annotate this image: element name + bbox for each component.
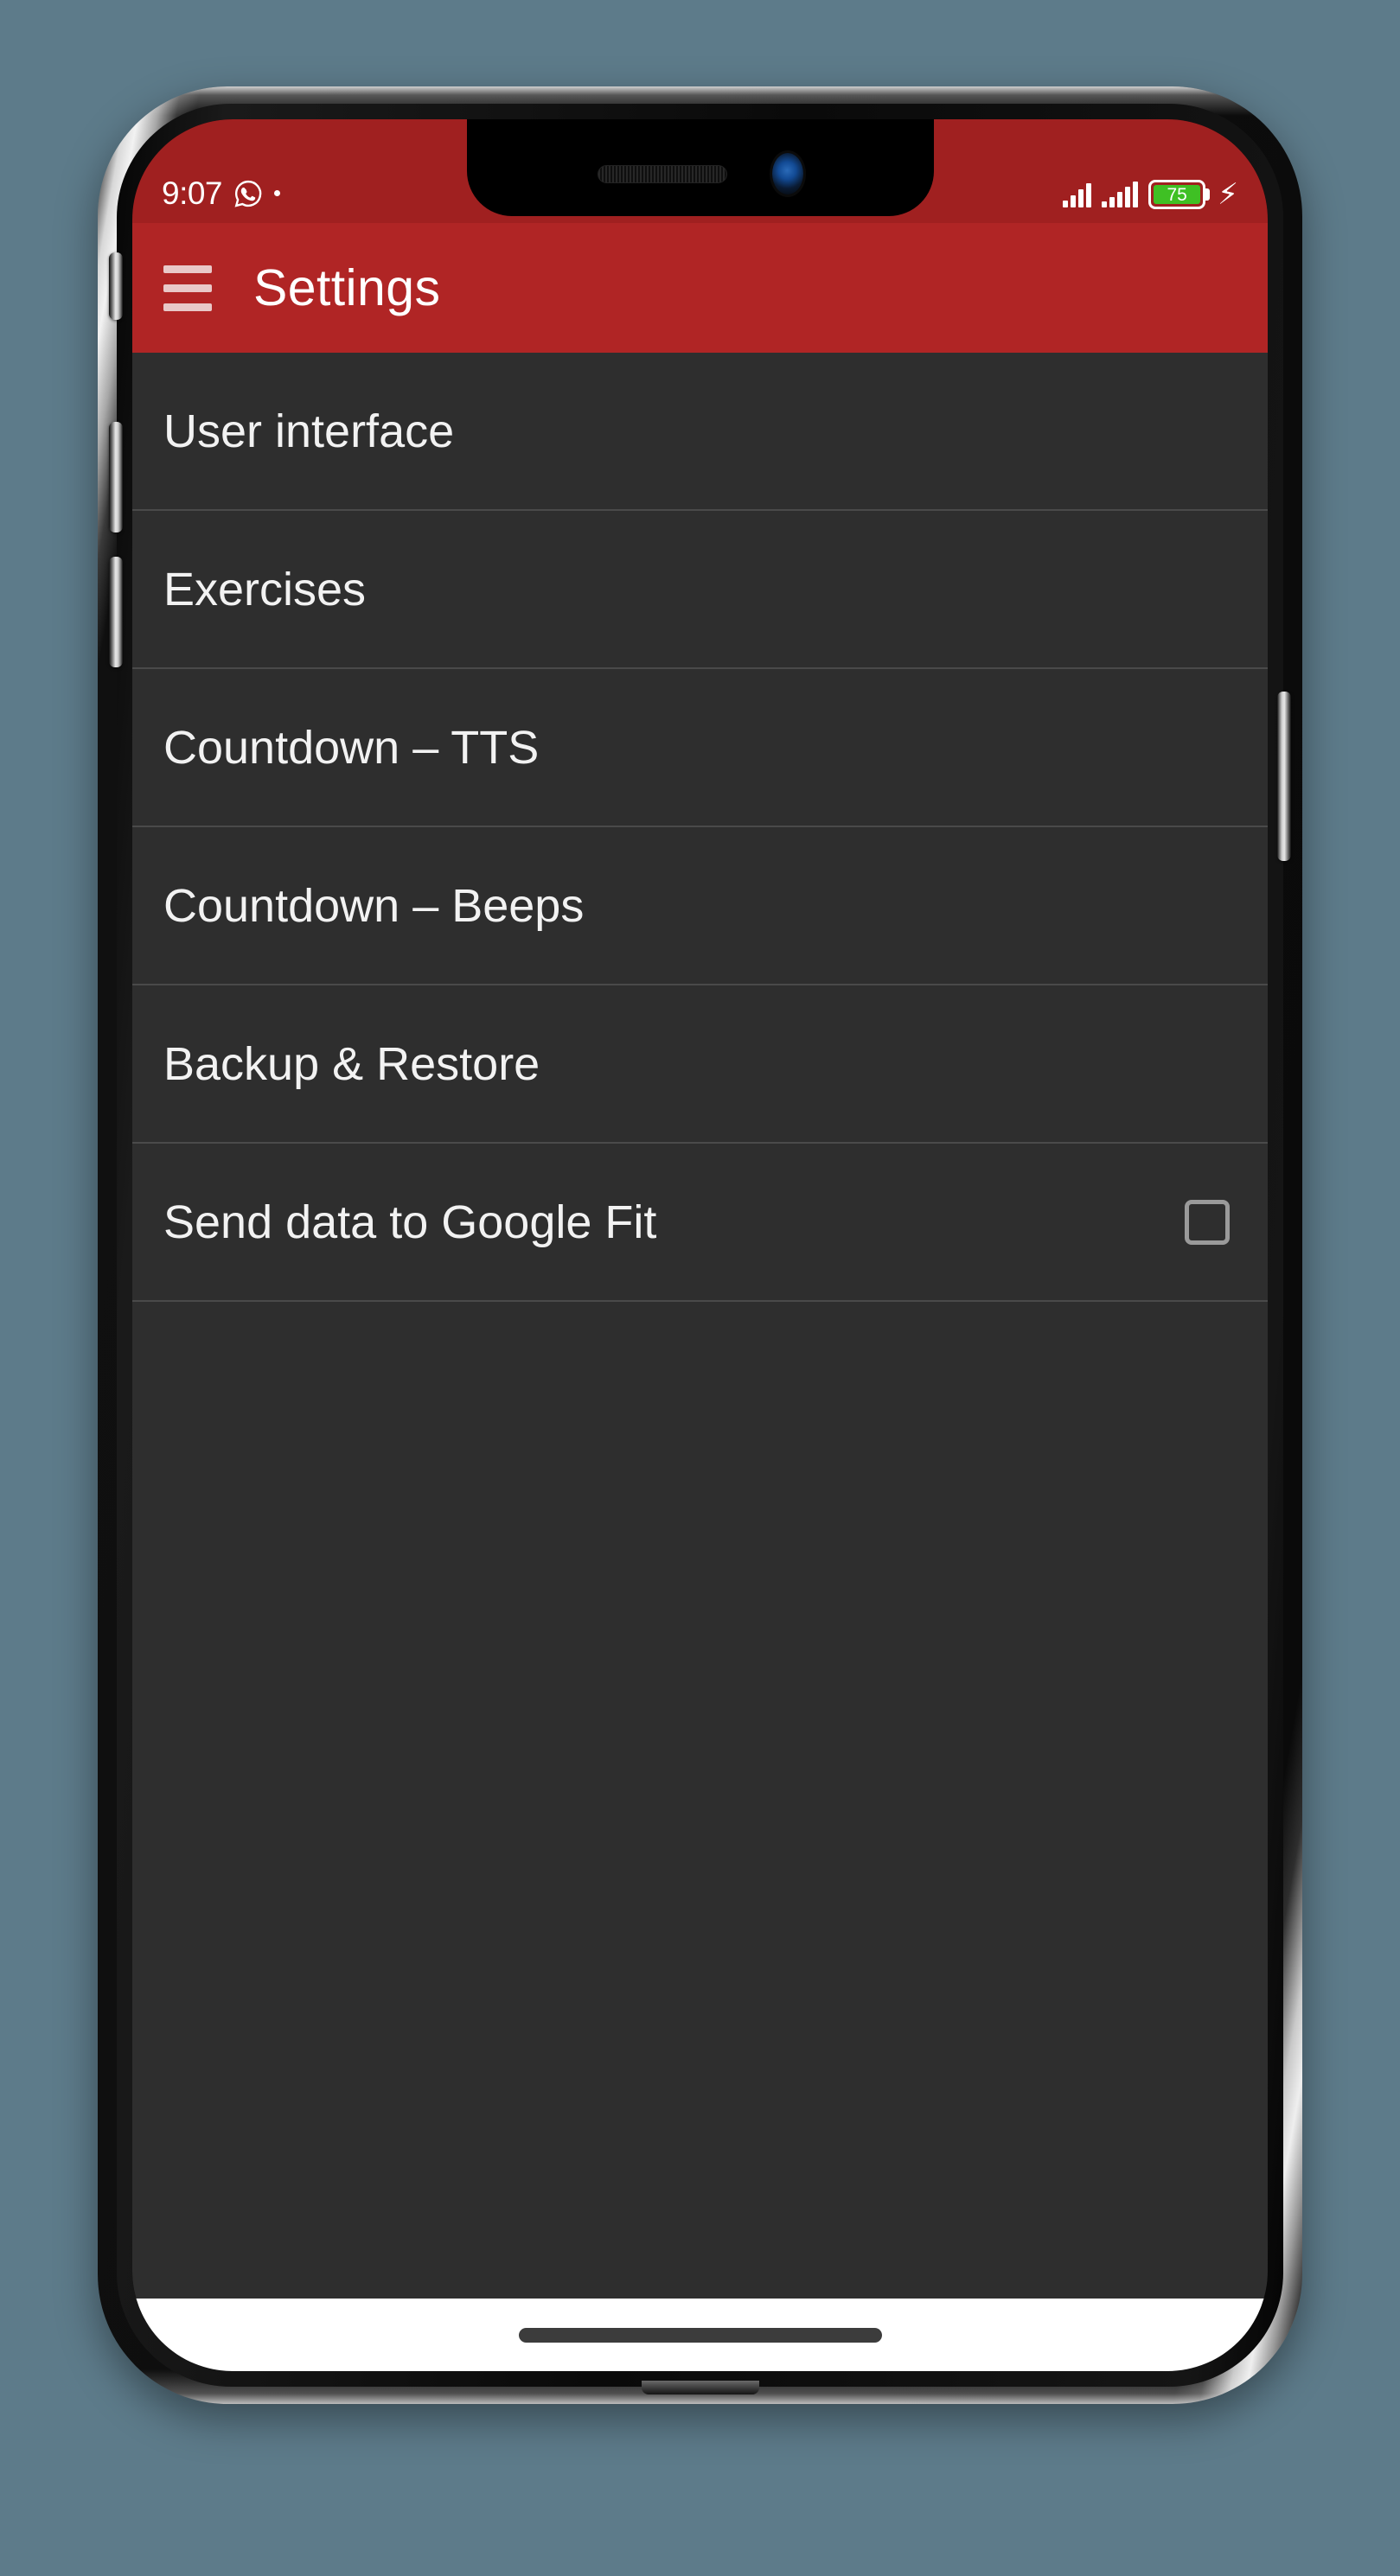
settings-row-google-fit[interactable]: Send data to Google Fit	[132, 1144, 1268, 1302]
power-button[interactable]	[1277, 692, 1291, 861]
status-bar-left: 9:07	[162, 175, 281, 211]
page-title: Settings	[253, 258, 441, 316]
status-bar-clock: 9:07	[162, 175, 223, 211]
settings-row-countdown-beeps[interactable]: Countdown – Beeps	[132, 827, 1268, 985]
volume-down-button[interactable]	[109, 557, 123, 667]
settings-row-countdown-tts[interactable]: Countdown – TTS	[132, 669, 1268, 827]
signal-bars-sim1-icon	[1063, 182, 1092, 207]
phone-screen: 9:07 75 ⚡ Settings User interface Exerci…	[132, 119, 1268, 2371]
home-gesture-pill[interactable]	[518, 2327, 882, 2343]
settings-row-label: Countdown – TTS	[163, 721, 540, 774]
signal-bars-sim2-icon	[1102, 182, 1139, 207]
settings-row-label: Backup & Restore	[163, 1037, 540, 1090]
whatsapp-icon	[234, 180, 262, 207]
settings-row-user-interface[interactable]: User interface	[132, 353, 1268, 511]
hamburger-menu-icon[interactable]	[163, 265, 212, 311]
display-notch	[466, 119, 934, 216]
app-bar: Settings	[132, 223, 1268, 353]
settings-row-label: Send data to Google Fit	[163, 1196, 657, 1248]
gesture-nav-bar	[132, 2299, 1268, 2371]
phone-device-frame: 9:07 75 ⚡ Settings User interface Exerci…	[98, 86, 1302, 2404]
google-fit-checkbox[interactable]	[1185, 1199, 1230, 1245]
earpiece-speaker-icon	[597, 164, 727, 183]
frame-bottom-nub	[641, 2381, 759, 2394]
battery-icon: 75	[1148, 180, 1206, 209]
settings-row-backup-restore[interactable]: Backup & Restore	[132, 985, 1268, 1144]
settings-row-label: Countdown – Beeps	[163, 879, 585, 932]
phone-body: 9:07 75 ⚡ Settings User interface Exerci…	[109, 104, 1291, 2394]
notification-dot-icon	[274, 190, 281, 196]
volume-up-button[interactable]	[109, 422, 123, 532]
settings-row-label: Exercises	[163, 563, 367, 615]
settings-row-exercises[interactable]: Exercises	[132, 511, 1268, 669]
front-camera-icon	[771, 153, 803, 194]
charging-bolt-icon: ⚡	[1218, 177, 1238, 212]
scene-background: 9:07 75 ⚡ Settings User interface Exerci…	[0, 0, 1400, 2576]
settings-list: User interface Exercises Countdown – TTS…	[132, 353, 1268, 2299]
settings-row-label: User interface	[163, 405, 455, 457]
battery-level-label: 75	[1167, 184, 1187, 205]
status-bar-right: 75 ⚡	[1063, 180, 1238, 209]
silence-switch-button[interactable]	[109, 252, 123, 320]
